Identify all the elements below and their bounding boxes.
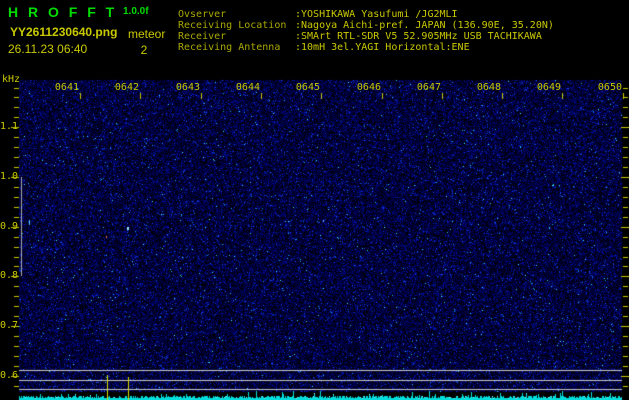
freq-tick-label: 1.1: [0, 121, 19, 132]
info-label-location: Receiving Location: [178, 20, 287, 31]
info-label-observer: Ovserver: [178, 9, 227, 20]
time-tick-label: 0643: [175, 82, 200, 93]
freq-tick-label: 0.7: [0, 320, 19, 331]
app-title: H R O F F T: [8, 4, 118, 20]
meteor-count: 2: [140, 43, 148, 57]
info-value-observer: :YOSHIKAWA Yasufumi /JG2MLI: [295, 9, 458, 20]
spectrogram-canvas: [0, 0, 629, 400]
time-tick-label: 0645: [295, 82, 320, 93]
time-tick-label: 0641: [54, 82, 79, 93]
info-value-antenna: :10mH 3el.YAGI Horizontal:ENE: [295, 42, 470, 53]
time-tick-label: 0644: [235, 82, 260, 93]
freq-tick-label: 0.6: [0, 370, 19, 381]
freq-tick-label: 1.0: [0, 171, 19, 182]
time-tick-label: 0649: [536, 82, 561, 93]
time-tick-label: 0646: [356, 82, 381, 93]
info-label-receiver: Receiver: [178, 31, 227, 42]
app-version: 1.0.0f: [123, 6, 149, 17]
y-axis-unit-label: kHz: [2, 74, 21, 85]
time-tick-label: 0650: [597, 82, 622, 93]
info-value-location: :Nagoya Aichi-pref. JAPAN (136.90E, 35.2…: [295, 20, 554, 31]
time-tick-label: 0647: [416, 82, 441, 93]
time-tick-label: 0642: [114, 82, 139, 93]
mode-label: meteor: [128, 27, 166, 41]
record-datetime: 26.11.23 06:40: [8, 42, 88, 56]
output-filename: YY2611230640.png: [10, 25, 118, 39]
info-label-antenna: Receiving Antenna: [178, 42, 281, 53]
freq-tick-label: 0.9: [0, 221, 19, 232]
info-value-receiver: :SMArt RTL-SDR V5 52.905MHz USB TACHIKAW…: [295, 31, 542, 42]
hrofft-window: H R O F F T 1.0.0f YY2611230640.png mete…: [0, 0, 629, 400]
time-tick-label: 0648: [476, 82, 501, 93]
freq-tick-label: 0.8: [0, 270, 19, 281]
